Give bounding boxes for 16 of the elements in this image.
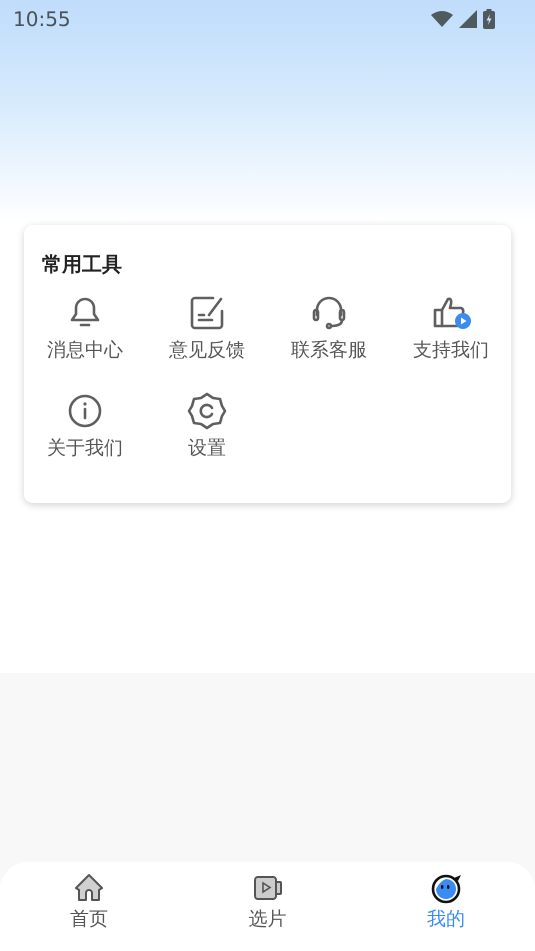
house-icon — [73, 872, 105, 904]
tool-item[interactable]: 联系客服 — [268, 293, 390, 381]
section-title: 常用工具 — [42, 251, 122, 277]
tool-item[interactable]: 设置 — [146, 391, 268, 479]
round-character-icon — [430, 872, 462, 904]
status-time: 10:55 — [13, 7, 71, 31]
nav-tab[interactable]: 首页 — [0, 872, 178, 942]
tool-item[interactable]: 意见反馈 — [146, 293, 268, 381]
wifi-icon — [431, 11, 453, 27]
battery-icon — [483, 9, 495, 29]
tool-item[interactable]: 消息中心 — [24, 293, 146, 381]
gear-icon — [187, 391, 227, 431]
nav-tab[interactable]: 选片 — [178, 872, 356, 942]
tool-item[interactable]: 支持我们 — [390, 293, 512, 381]
tool-item[interactable]: 关于我们 — [24, 391, 146, 479]
signal-icon — [459, 10, 477, 28]
